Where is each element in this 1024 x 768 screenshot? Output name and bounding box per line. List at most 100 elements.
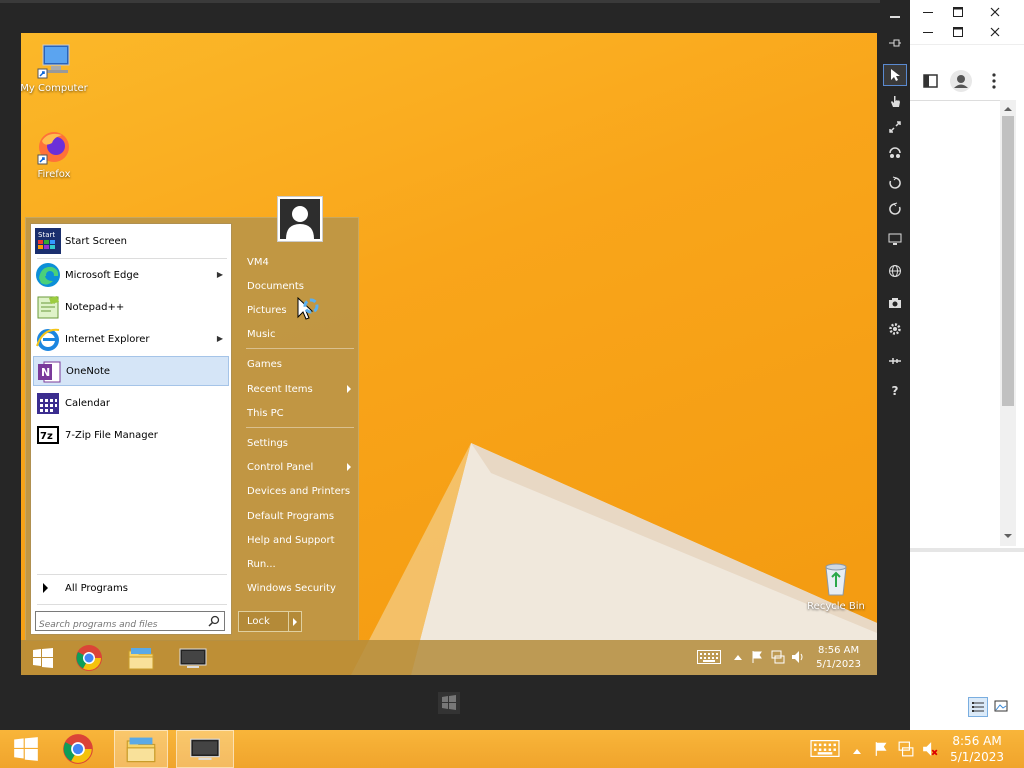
vm-start-button[interactable] xyxy=(21,642,65,673)
desktop-icon-recycle-bin[interactable]: Recycle Bin xyxy=(801,559,871,612)
browser-maximize-button[interactable] xyxy=(943,2,973,22)
network-icon[interactable] xyxy=(771,650,785,667)
start-item-internet-explorer[interactable]: Internet Explorer ▶ xyxy=(33,324,229,354)
details-view-button[interactable] xyxy=(968,697,988,717)
minimize-viewer-button[interactable] xyxy=(883,6,907,28)
start-right-run[interactable]: Run... xyxy=(243,553,355,575)
window-minimize-button[interactable] xyxy=(913,22,943,42)
start-right-devices-printers[interactable]: Devices and Printers xyxy=(243,480,355,502)
submenu-arrow-icon xyxy=(347,463,351,471)
lower-pane[interactable] xyxy=(910,552,1024,720)
profile-button[interactable] xyxy=(950,70,972,92)
start-right-recent-items[interactable]: Recent Items xyxy=(243,378,355,400)
start-right-windows-security[interactable]: Windows Security xyxy=(243,577,355,599)
screenshot-button[interactable] xyxy=(883,292,907,314)
show-hidden-icons-icon[interactable] xyxy=(733,651,743,664)
desktop-icon-my-computer[interactable]: My Computer xyxy=(21,41,89,94)
host-taskbar-remote-desktop[interactable] xyxy=(176,730,234,768)
start-item-7zip[interactable]: 7z 7-Zip File Manager xyxy=(33,420,229,450)
rotate-gesture-button[interactable] xyxy=(883,142,907,164)
start-right-control-panel[interactable]: Control Panel xyxy=(243,456,355,478)
pointer-mode-button[interactable] xyxy=(883,64,907,86)
vm-taskbar-chrome[interactable] xyxy=(67,642,111,673)
start-item-onenote[interactable]: N OneNote xyxy=(33,356,229,386)
large-icons-view-button[interactable] xyxy=(992,697,1012,717)
desktop-icon-label: Recycle Bin xyxy=(807,601,865,612)
host-volume-muted-icon[interactable] xyxy=(922,741,938,761)
host-network-icon[interactable] xyxy=(898,741,914,761)
start-search-box[interactable] xyxy=(35,611,225,634)
all-programs-button[interactable]: All Programs xyxy=(33,577,229,599)
browser-toolbar xyxy=(910,66,1024,96)
host-taskbar-file-explorer[interactable] xyxy=(114,730,168,768)
browser-close-button[interactable] xyxy=(980,2,1010,22)
vm-taskbar-file-explorer[interactable] xyxy=(119,642,163,673)
host-taskbar-clock[interactable]: 8:56 AM 5/1/2023 xyxy=(950,733,1004,765)
submenu-arrow-icon xyxy=(347,385,351,393)
start-search-input[interactable] xyxy=(36,616,202,634)
lock-button[interactable]: Lock xyxy=(238,611,302,632)
desktop-icon-firefox[interactable]: Firefox xyxy=(21,127,89,180)
vm-taskbar-remote-desktop[interactable] xyxy=(171,642,215,673)
network-settings-button[interactable] xyxy=(883,350,907,372)
rotate-counterclockwise-button[interactable] xyxy=(883,198,907,220)
start-right-help-support[interactable]: Help and Support xyxy=(243,529,355,551)
all-programs-label: All Programs xyxy=(65,582,128,594)
notepad-plus-plus-icon xyxy=(35,294,61,320)
start-right-this-pc[interactable]: This PC xyxy=(243,402,355,424)
host-start-button[interactable] xyxy=(0,730,52,768)
pinch-zoom-button[interactable] xyxy=(883,116,907,138)
region-button[interactable] xyxy=(883,260,907,282)
start-item-calendar[interactable]: Calendar xyxy=(33,388,229,418)
window-restore-button[interactable] xyxy=(943,22,973,42)
minimize-icon xyxy=(923,32,933,33)
close-icon xyxy=(990,7,1000,17)
side-panel-button[interactable] xyxy=(922,72,940,90)
touch-mode-button[interactable] xyxy=(883,90,907,112)
chrome-icon xyxy=(63,734,93,764)
action-center-flag-icon[interactable] xyxy=(751,650,765,667)
restore-icon xyxy=(953,27,963,37)
scroll-up-icon[interactable] xyxy=(1000,103,1016,115)
windows-logo-icon xyxy=(14,737,38,761)
start-right-default-programs[interactable]: Default Programs xyxy=(243,505,355,527)
window-close-button[interactable] xyxy=(980,22,1010,42)
host-action-center-flag-icon[interactable] xyxy=(874,741,890,761)
clock-time: 8:56 AM xyxy=(817,645,860,656)
host-taskbar-chrome[interactable] xyxy=(52,730,104,768)
vertical-scrollbar[interactable] xyxy=(1000,100,1016,546)
start-item-start-screen[interactable]: Start Start Screen xyxy=(33,226,229,256)
start-right-user[interactable]: VM4 xyxy=(243,251,355,273)
browser-menu-button[interactable] xyxy=(986,72,1002,90)
scroll-down-icon[interactable] xyxy=(1000,530,1016,542)
start-screen-icon: Start xyxy=(35,228,61,254)
settings-button[interactable] xyxy=(883,318,907,340)
rotate-clockwise-button[interactable] xyxy=(883,172,907,194)
touch-keyboard-icon[interactable] xyxy=(697,650,721,667)
host-touch-keyboard-icon[interactable] xyxy=(810,740,840,761)
browser-minimize-button[interactable] xyxy=(913,2,943,22)
pin-button[interactable] xyxy=(883,32,907,54)
start-right-documents[interactable]: Documents xyxy=(243,275,355,297)
vm-windows-key-icon[interactable] xyxy=(438,692,460,714)
item-label: VM4 xyxy=(247,256,269,268)
change-resolution-button[interactable] xyxy=(883,228,907,250)
search-icon[interactable] xyxy=(208,615,220,627)
vm-taskbar-clock[interactable]: 8:56 AM 5/1/2023 xyxy=(816,644,861,672)
start-item-notepad-plus-plus[interactable]: Notepad++ xyxy=(33,292,229,322)
item-label: This PC xyxy=(247,407,284,419)
content-area[interactable] xyxy=(910,100,1000,546)
lock-options-arrow-icon[interactable] xyxy=(288,612,301,631)
minimize-icon xyxy=(890,16,900,18)
start-right-games[interactable]: Games xyxy=(243,353,355,375)
volume-icon[interactable] xyxy=(791,650,805,667)
start-right-settings[interactable]: Settings xyxy=(243,432,355,454)
host-show-hidden-icons-icon[interactable] xyxy=(852,744,862,759)
clock-time: 8:56 AM xyxy=(952,734,1002,748)
separator xyxy=(246,427,354,428)
scrollbar-thumb[interactable] xyxy=(1002,116,1014,406)
start-item-microsoft-edge[interactable]: Microsoft Edge ▶ xyxy=(33,260,229,290)
vm-desktop[interactable]: My Computer Firefox Recycle Bin Start St… xyxy=(21,33,877,675)
help-button[interactable]: ? xyxy=(883,380,907,402)
browser-window-partial xyxy=(910,0,1024,730)
